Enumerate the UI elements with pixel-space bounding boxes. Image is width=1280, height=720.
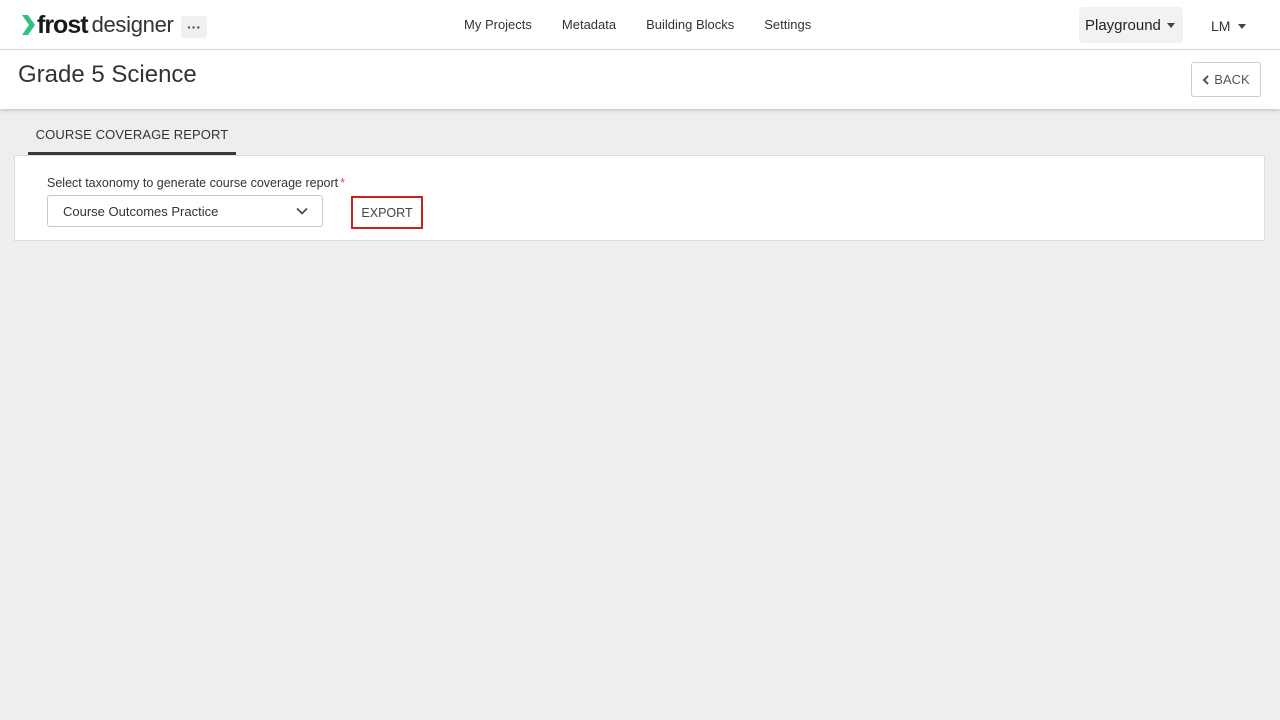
workspace-label: Playground [1085, 16, 1161, 34]
report-panel: Select taxonomy to generate course cover… [14, 155, 1265, 241]
page-title: Grade 5 Science [18, 61, 197, 88]
taxonomy-select-value: Course Outcomes Practice [63, 203, 219, 219]
required-marker: * [340, 176, 346, 190]
back-button-label: BACK [1214, 72, 1250, 87]
nav-item-settings[interactable]: Settings [749, 17, 826, 32]
export-button[interactable]: EXPORT [351, 196, 423, 229]
logo-chevron-icon [22, 15, 35, 35]
workspace-dropdown[interactable]: Playground [1079, 7, 1183, 43]
logo-text-bold: frost [37, 10, 89, 39]
back-button[interactable]: BACK [1191, 62, 1261, 97]
user-initials: LM [1211, 18, 1231, 34]
caret-down-icon [1166, 22, 1175, 28]
page-header: Grade 5 Science BACK [0, 50, 1280, 109]
main-nav: My Projects Metadata Building Blocks Set… [449, 0, 826, 49]
chevron-left-icon [1202, 74, 1210, 85]
nav-item-my-projects[interactable]: My Projects [449, 17, 547, 32]
taxonomy-select[interactable]: Course Outcomes Practice [47, 195, 323, 227]
chevron-down-icon [296, 207, 308, 215]
taxonomy-label-text: Select taxonomy to generate course cover… [47, 176, 339, 190]
frost-designer-logo[interactable]: frost designer [20, 10, 174, 40]
logo-text-light: designer [91, 12, 174, 37]
top-navbar: frost designer ··· My Projects Metadata … [0, 0, 1280, 50]
taxonomy-field-label: Select taxonomy to generate course cover… [47, 176, 345, 190]
caret-down-icon [1238, 23, 1247, 29]
nav-item-metadata[interactable]: Metadata [547, 17, 631, 32]
more-menu-button[interactable]: ··· [181, 16, 207, 38]
nav-item-building-blocks[interactable]: Building Blocks [631, 17, 749, 32]
tab-course-coverage-report[interactable]: COURSE COVERAGE REPORT [28, 117, 236, 155]
user-menu[interactable]: LM [1211, 16, 1247, 36]
